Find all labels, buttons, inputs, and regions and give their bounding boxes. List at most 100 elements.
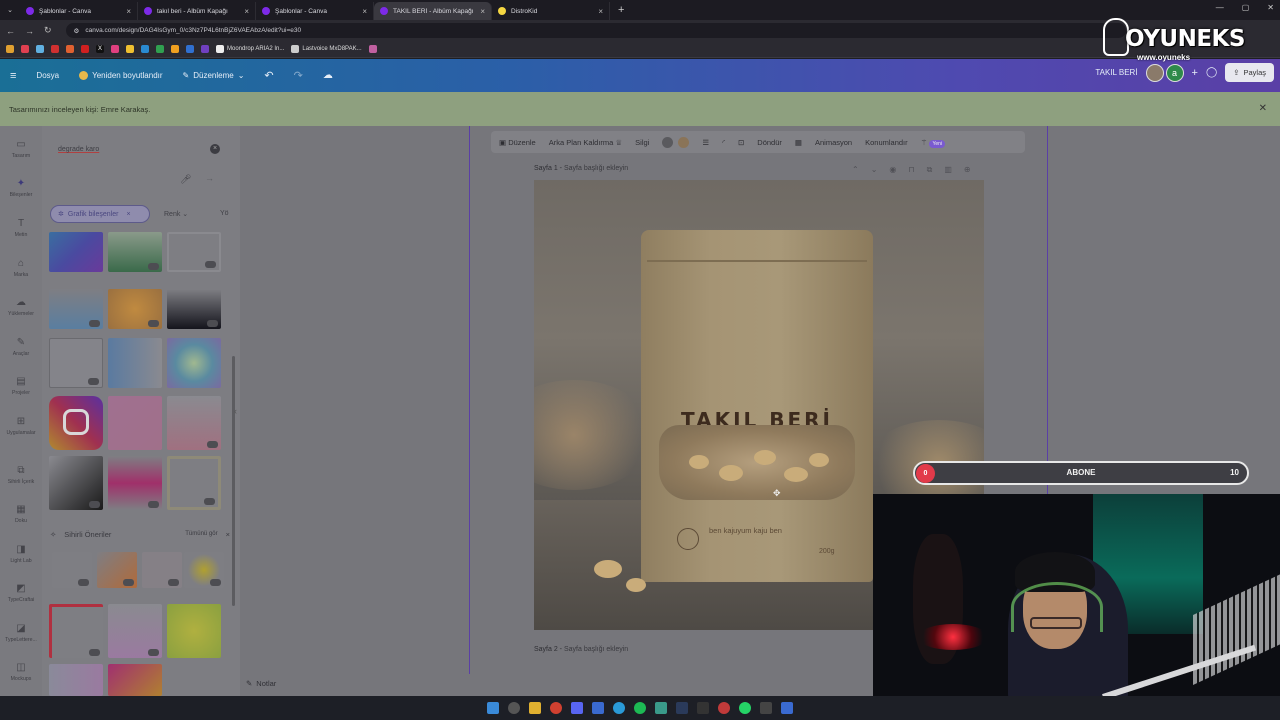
app-icon[interactable] xyxy=(655,702,667,714)
lock-icon[interactable]: ⊓ xyxy=(908,165,914,175)
tab-search-icon[interactable]: ⌄ xyxy=(0,6,20,14)
rail-item-texture[interactable]: ▦ Doku xyxy=(0,505,42,525)
x-icon[interactable]: X xyxy=(96,45,104,53)
gradient-thumbnail[interactable] xyxy=(167,396,221,450)
submit-arrow-icon[interactable]: → xyxy=(205,173,214,183)
bookmark-icon[interactable] xyxy=(156,45,164,53)
close-tab-icon[interactable]: × xyxy=(126,7,131,16)
add-collaborator-icon[interactable]: + xyxy=(1192,67,1198,79)
remove-chip-icon[interactable]: × xyxy=(126,211,130,218)
close-window-icon[interactable]: ✕ xyxy=(1267,3,1274,12)
gradient-thumbnail[interactable] xyxy=(49,456,103,510)
close-tab-icon[interactable]: × xyxy=(480,7,485,16)
corner-rounding-icon[interactable]: ◜ xyxy=(722,138,725,147)
reload-icon[interactable]: ↻ xyxy=(44,25,52,36)
menu-icon[interactable]: ≡ xyxy=(0,70,26,82)
gradient-thumbnail[interactable] xyxy=(108,456,162,510)
redo-icon[interactable]: ↷ xyxy=(284,69,313,82)
file-menu-button[interactable]: Dosya xyxy=(26,71,69,80)
forward-icon[interactable]: → xyxy=(25,26,34,36)
gradient-thumbnail[interactable] xyxy=(49,664,103,696)
bookmark-icon[interactable] xyxy=(21,45,29,53)
browser-tab[interactable]: takıl beri - Albüm Kapağı × xyxy=(138,2,256,20)
site-info-icon[interactable]: ⚙ xyxy=(74,27,80,35)
browser-tab[interactable]: DistroKid × xyxy=(492,2,610,20)
search-icon[interactable] xyxy=(508,702,520,714)
panel-scrollbar[interactable] xyxy=(232,356,235,606)
add-page-icon[interactable]: ⊕ xyxy=(964,165,971,175)
gradient-thumbnail[interactable] xyxy=(49,604,103,658)
rail-item-typeletter[interactable]: ◪ TypeLettere... xyxy=(0,624,42,644)
telegram-icon[interactable] xyxy=(613,702,625,714)
close-tab-icon[interactable]: × xyxy=(598,7,603,16)
position-button[interactable]: Konumlandır xyxy=(865,138,908,147)
maximize-icon[interactable]: ▢ xyxy=(1242,3,1250,12)
chevron-down-icon[interactable]: ⌄ xyxy=(871,165,878,175)
gradient-thumbnail[interactable] xyxy=(108,232,162,272)
edit-mode-dropdown[interactable]: ✎ Düzenleme ⌄ xyxy=(173,71,255,80)
close-icon[interactable]: × xyxy=(226,530,230,539)
notes-button[interactable]: ✎ Notlar xyxy=(246,679,276,688)
bookmark-moondrop[interactable]: Moondrop ARIA2 In... xyxy=(216,45,284,53)
rail-item-draw[interactable]: ✎ Araçlar xyxy=(0,338,42,358)
rail-item-projects[interactable]: ▤ Projeler xyxy=(0,377,42,397)
bookmark-icon[interactable] xyxy=(368,45,377,53)
gradient-thumbnail[interactable] xyxy=(108,664,162,696)
clear-search-icon[interactable]: × xyxy=(210,144,220,154)
close-tab-icon[interactable]: × xyxy=(362,7,367,16)
transparency-icon[interactable]: ▦ xyxy=(795,138,802,147)
see-all-link[interactable]: Tümünü gör xyxy=(185,531,217,537)
back-icon[interactable]: ← xyxy=(6,26,15,36)
cloud-save-icon[interactable]: ☁ xyxy=(313,70,343,81)
color-filter-dropdown[interactable]: Renk ⌄ xyxy=(164,210,188,218)
windows-start-icon[interactable] xyxy=(487,702,499,714)
rail-item-light-lab[interactable]: ◨ Light Lab xyxy=(0,545,42,565)
youtube-icon[interactable] xyxy=(81,45,89,53)
chrome-icon[interactable] xyxy=(550,702,562,714)
bookmark-icon[interactable] xyxy=(51,45,59,53)
color-swatch[interactable] xyxy=(662,136,674,148)
folder-icon[interactable] xyxy=(126,45,134,53)
new-tab-button[interactable]: + xyxy=(610,4,632,16)
comment-icon[interactable]: ◯ xyxy=(1206,67,1217,78)
browser-tab-active[interactable]: TAKIL BERİ - Albüm Kapağı × xyxy=(374,2,492,20)
bookmark-icon[interactable] xyxy=(201,45,209,53)
page-2-label[interactable]: Sayfa 2 - Sayfa başlığı ekleyin xyxy=(534,646,628,653)
resize-button[interactable]: Yeniden boyutlandır xyxy=(69,71,172,80)
rail-item-brand[interactable]: ⌂ Marka xyxy=(0,259,42,279)
app-icon[interactable] xyxy=(760,702,772,714)
apps-icon[interactable] xyxy=(6,45,14,53)
design-title[interactable]: TAKIL BERİ xyxy=(1095,68,1137,77)
gradient-thumbnail[interactable] xyxy=(108,396,162,450)
gradient-thumbnail[interactable] xyxy=(49,289,103,329)
undo-icon[interactable]: ↶ xyxy=(254,69,283,82)
close-tab-icon[interactable]: × xyxy=(244,7,249,16)
url-field[interactable]: ⚙ canva.com/design/DAG4IsGym_0/c3Nz7P4L6… xyxy=(65,23,1126,38)
filter-chip-graphics[interactable]: ✲ Grafik bileşenler × xyxy=(50,205,150,223)
bookmark-icon[interactable] xyxy=(141,45,149,53)
rail-item-mockups[interactable]: ◫ Mockups xyxy=(0,663,42,683)
app-icon[interactable] xyxy=(718,702,730,714)
rail-item-uploads[interactable]: ☁ Yüklemeler xyxy=(0,298,42,318)
bookmark-lastvoice[interactable]: Lastvoice MxD8PAK... xyxy=(291,45,362,53)
edit-image-button[interactable]: ▣ Düzenle xyxy=(499,138,536,147)
chevron-up-icon[interactable]: ⌃ xyxy=(852,165,859,175)
bookmark-icon[interactable] xyxy=(36,45,44,53)
app-icon[interactable] xyxy=(592,702,604,714)
magic-tool-button[interactable]: ⚚ Yeni xyxy=(921,138,946,148)
rail-item-design[interactable]: ▭ Tasarım xyxy=(0,140,42,160)
instagram-icon[interactable] xyxy=(49,396,103,450)
file-explorer-icon[interactable] xyxy=(529,702,541,714)
browser-tab[interactable]: Şablonlar - Canva × xyxy=(256,2,374,20)
gradient-thumbnail[interactable] xyxy=(108,338,162,388)
rail-item-text[interactable]: T Metin xyxy=(0,219,42,239)
animate-button[interactable]: Animasyon xyxy=(815,138,852,147)
remove-background-button[interactable]: Arka Plan Kaldırma ♕ xyxy=(549,138,622,147)
whatsapp-icon[interactable] xyxy=(739,702,751,714)
border-style-icon[interactable]: ☰ xyxy=(702,138,709,147)
gradient-thumbnail[interactable] xyxy=(167,456,221,510)
eraser-button[interactable]: Silgi xyxy=(635,138,649,147)
rail-item-typecraft[interactable]: ◩ TypeCraftai xyxy=(0,584,42,604)
gradient-thumbnail[interactable] xyxy=(167,289,221,329)
more-filter-dropdown[interactable]: Yö xyxy=(220,210,229,217)
